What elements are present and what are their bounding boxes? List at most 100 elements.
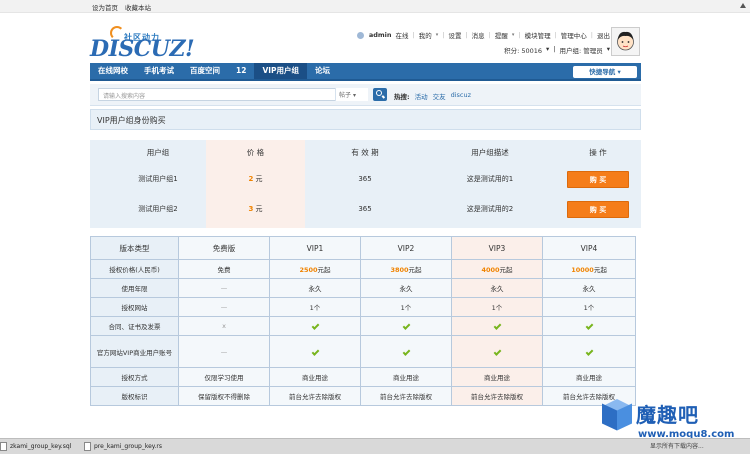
cell-value: 1个 bbox=[269, 297, 361, 317]
group-description: 这是测试用的1 bbox=[466, 175, 514, 183]
hot-term-link[interactable]: 活动 bbox=[415, 91, 428, 101]
buy-button[interactable]: 购 买 bbox=[567, 200, 629, 218]
header-group: 用户组 bbox=[146, 148, 170, 157]
page-title: VIP用户组身份购买 bbox=[90, 109, 641, 130]
separator: | bbox=[412, 31, 415, 39]
group-name: 测试用户组1 bbox=[138, 175, 178, 183]
header-vip1: VIP1 bbox=[269, 236, 361, 260]
row-label: 合同、证书及发票 bbox=[90, 316, 179, 336]
cell-value: 仅限学习使用 bbox=[178, 367, 270, 387]
search-scope-select[interactable]: 帖子 ▾ bbox=[335, 88, 368, 101]
cell-value: 前台允许去除版权 bbox=[451, 386, 543, 406]
cell-value: 商业用途 bbox=[451, 367, 543, 387]
cell-value: 商业用途 bbox=[269, 367, 361, 387]
search-button[interactable] bbox=[373, 88, 387, 101]
bookmark-site-link[interactable]: 收藏本站 bbox=[125, 2, 151, 12]
cell-value: 2500元起 bbox=[269, 259, 361, 279]
nav-item-mobile-exam[interactable]: 手机考试 bbox=[136, 63, 182, 79]
nav-item-online-school[interactable]: 在线网校 bbox=[90, 63, 136, 79]
cell-check bbox=[269, 316, 361, 336]
cell-value: 永久 bbox=[451, 278, 543, 298]
separator: | bbox=[553, 45, 556, 53]
set-homepage-link[interactable]: 设为首页 bbox=[92, 2, 118, 12]
watermark-title: 魔趣吧 bbox=[636, 403, 699, 427]
hot-term-link[interactable]: 交友 bbox=[433, 91, 446, 101]
table-row: 使用年限 — 永久 永久 永久 永久 bbox=[90, 278, 636, 298]
avatar[interactable] bbox=[611, 27, 640, 56]
hot-term-link[interactable]: discuz bbox=[451, 91, 471, 101]
search-input[interactable]: 请输入搜索内容 bbox=[98, 88, 368, 101]
file-icon bbox=[84, 442, 91, 451]
header-action: 操 作 bbox=[589, 148, 607, 157]
row-label: 授权方式 bbox=[90, 367, 179, 387]
logout-link[interactable]: 退出 bbox=[597, 30, 610, 40]
my-menu-link[interactable]: 我的 bbox=[419, 30, 432, 40]
group-action: 购 买 bbox=[555, 200, 641, 218]
check-icon bbox=[493, 347, 501, 356]
top-utility-bar: 设为首页 收藏本站 bbox=[0, 0, 750, 13]
username-link[interactable]: admin bbox=[369, 31, 392, 39]
chevron-down-icon: ▾ bbox=[435, 32, 439, 38]
credits-bar: 积分: 50016 ▾ | 用户组: 管理员 ▾ bbox=[504, 45, 610, 55]
cell-value: 10000元起 bbox=[542, 259, 636, 279]
site-logo[interactable]: 社区动力 DISCUZ! bbox=[90, 22, 195, 62]
header-vip2: VIP2 bbox=[360, 236, 452, 260]
search-scope-label: 帖子 bbox=[339, 92, 352, 99]
cell-value: 商业用途 bbox=[360, 367, 452, 387]
online-status: 在线 bbox=[395, 32, 409, 40]
buy-button[interactable]: 购 买 bbox=[567, 170, 629, 188]
nav-item-baidu-space[interactable]: 百度空间 bbox=[182, 63, 228, 79]
price-suffix: 元起 bbox=[317, 266, 331, 274]
table-row: 授权价格(人民币) 免费 2500元起 3800元起 4000元起 10000元… bbox=[90, 259, 636, 279]
user-icon bbox=[356, 31, 364, 39]
cell-check bbox=[451, 335, 543, 368]
download-item[interactable]: pre_kami_group_key.rs bbox=[84, 441, 162, 453]
nav-item-vip-group[interactable]: VIP用户组 bbox=[254, 63, 308, 79]
price-suffix: 元起 bbox=[593, 266, 607, 274]
search-icon bbox=[376, 90, 382, 96]
user-group-link[interactable]: 用户组: 管理员 bbox=[559, 45, 602, 55]
nav-item-12[interactable]: 12 bbox=[228, 63, 254, 79]
nav-item-forum[interactable]: 论坛 bbox=[307, 63, 338, 79]
row-label: 版权标识 bbox=[90, 386, 179, 406]
module-manage-link[interactable]: 模块管理 bbox=[525, 30, 551, 40]
header-vip4: VIP4 bbox=[542, 236, 636, 260]
credits-link[interactable]: 积分: 50016 bbox=[504, 45, 542, 55]
settings-link[interactable]: 设置 bbox=[448, 30, 461, 40]
cell-value: 1个 bbox=[451, 297, 543, 317]
group-action: 购 买 bbox=[555, 170, 641, 188]
group-name: 测试用户组2 bbox=[138, 205, 178, 213]
check-icon bbox=[402, 347, 410, 356]
header-description: 用户组描述 bbox=[471, 148, 509, 157]
chevron-down-icon: ▾ bbox=[511, 32, 515, 38]
table-row: 官方网站VIP商业用户账号 — bbox=[90, 335, 636, 368]
table-row: 合同、证书及发票 x bbox=[90, 316, 636, 336]
price-value: 3800 bbox=[390, 266, 409, 274]
messages-link[interactable]: 消息 bbox=[472, 30, 485, 40]
main-nav: 在线网校 手机考试 百度空间 12 VIP用户组 论坛 快捷导航 ▾ bbox=[90, 63, 641, 81]
separator: | bbox=[465, 31, 468, 39]
group-period: 365 bbox=[358, 175, 372, 183]
price-suffix: 元起 bbox=[408, 266, 422, 274]
cell-value: 前台允许去除版权 bbox=[360, 386, 452, 406]
notifications-link[interactable]: 提醒 bbox=[495, 30, 508, 40]
admin-center-link[interactable]: 管理中心 bbox=[561, 30, 587, 40]
cell-value: 永久 bbox=[542, 278, 636, 298]
row-label: 授权价格(人民币) bbox=[90, 259, 179, 279]
header-free: 免费版 bbox=[178, 236, 270, 260]
show-all-downloads-link[interactable]: 显示所有下载内容... bbox=[650, 441, 704, 453]
cell-value: — bbox=[178, 278, 270, 298]
separator: | bbox=[488, 31, 491, 39]
version-comparison-table: 版本类型 免费版 VIP1 VIP2 VIP3 VIP4 授权价格(人民币) 免… bbox=[90, 236, 636, 406]
table-row: 授权网站 — 1个 1个 1个 1个 bbox=[90, 297, 636, 317]
price-value: 3 bbox=[248, 205, 254, 213]
cell-value: 1个 bbox=[360, 297, 452, 317]
scroll-up-arrow-icon[interactable] bbox=[740, 3, 746, 8]
cell-value: — bbox=[178, 335, 270, 368]
separator: | bbox=[518, 31, 521, 39]
check-icon bbox=[311, 322, 319, 330]
header-period: 有 效 期 bbox=[351, 148, 379, 157]
download-item[interactable]: zkami_group_key.sql bbox=[0, 441, 71, 453]
quick-nav-button[interactable]: 快捷导航 ▾ bbox=[573, 66, 637, 78]
separator: | bbox=[590, 31, 593, 39]
